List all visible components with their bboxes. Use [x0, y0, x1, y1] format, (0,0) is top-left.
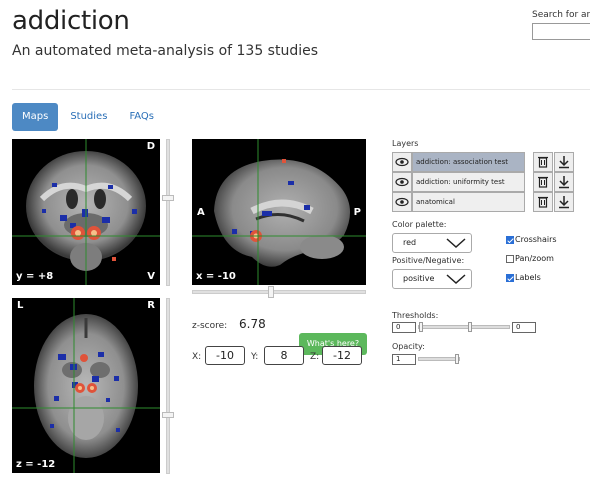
search-label: Search for anot: [532, 10, 590, 20]
crosshairs-option[interactable]: Crosshairs: [506, 235, 557, 244]
sagittal-brain-image: [192, 139, 366, 285]
coronal-brain-image: [12, 139, 160, 285]
trash-icon[interactable]: [533, 172, 553, 192]
layers-label: Layers: [392, 139, 419, 148]
sagittal-coord-label: x = -10: [196, 271, 236, 282]
download-icon[interactable]: [554, 172, 574, 192]
axial-view[interactable]: L R z = -12: [12, 298, 160, 473]
color-palette-label: Color palette:: [392, 220, 447, 229]
chevron-down-icon: [446, 274, 466, 285]
chevron-down-icon: [446, 238, 466, 249]
tab-faqs[interactable]: FAQs: [119, 103, 164, 131]
coronal-slice-slider[interactable]: [166, 139, 170, 286]
coronal-label-d: D: [146, 141, 155, 152]
posneg-select[interactable]: positive: [392, 269, 472, 289]
axial-label-r: R: [147, 300, 155, 311]
posneg-label: Positive/Negative:: [392, 256, 465, 265]
x-coord-label: X:: [192, 352, 202, 362]
color-palette-select[interactable]: red: [392, 233, 472, 253]
zscore-value: 6.78: [239, 317, 266, 331]
tab-bar: Maps Studies FAQs: [12, 103, 166, 131]
axial-slice-slider[interactable]: [166, 298, 170, 474]
axial-slider-handle[interactable]: [162, 412, 174, 418]
z-coord-input[interactable]: -12: [322, 346, 362, 365]
opacity-slider[interactable]: [418, 357, 460, 361]
crosshairs-checkbox[interactable]: [506, 235, 514, 244]
axial-label-l: L: [17, 300, 24, 311]
z-coord-label: Z:: [310, 352, 320, 362]
eye-icon[interactable]: [392, 172, 412, 192]
sagittal-slice-slider[interactable]: [192, 290, 366, 294]
threshold-max-input[interactable]: 0: [512, 322, 536, 333]
tab-studies[interactable]: Studies: [60, 103, 117, 131]
coronal-label-v: V: [147, 271, 155, 282]
axial-coord-label: z = -12: [16, 459, 56, 470]
coronal-slider-handle[interactable]: [162, 195, 174, 201]
layer-row: addiction: uniformity test: [392, 172, 576, 192]
sagittal-view[interactable]: A P x = -10: [192, 139, 366, 285]
layer-row: anatomical: [392, 192, 576, 212]
layer-name[interactable]: anatomical: [412, 192, 525, 212]
sagittal-label-p: P: [353, 207, 361, 218]
labels-label: Labels: [515, 273, 541, 282]
page-subtitle: An automated meta-analysis of 135 studie…: [12, 43, 319, 59]
labels-checkbox[interactable]: [506, 273, 514, 282]
download-icon[interactable]: [554, 152, 574, 172]
y-coord-input[interactable]: 8: [264, 346, 304, 365]
color-palette-value: red: [403, 238, 417, 247]
panzoom-label: Pan/zoom: [515, 254, 554, 263]
threshold-slider[interactable]: [418, 325, 510, 329]
threshold-max-handle[interactable]: [468, 322, 472, 332]
panzoom-option[interactable]: Pan/zoom: [506, 254, 554, 263]
eye-icon[interactable]: [392, 192, 412, 212]
x-coord-input[interactable]: -10: [205, 346, 245, 365]
sagittal-slider-handle[interactable]: [268, 286, 274, 298]
page-title: addiction: [12, 6, 130, 36]
opacity-input[interactable]: 1: [392, 354, 416, 365]
panzoom-checkbox[interactable]: [506, 254, 514, 263]
coronal-coord-label: y = +8: [16, 271, 54, 282]
posneg-value: positive: [403, 274, 435, 283]
divider: [12, 89, 590, 90]
axial-brain-image: [12, 298, 160, 473]
layer-name[interactable]: addiction: uniformity test: [412, 172, 525, 192]
download-icon[interactable]: [554, 192, 574, 212]
zscore-label: z-score:: [192, 321, 228, 331]
coronal-view[interactable]: D y = +8 V: [12, 139, 160, 285]
trash-icon[interactable]: [533, 152, 553, 172]
crosshairs-label: Crosshairs: [515, 235, 557, 244]
y-coord-label: Y:: [251, 352, 259, 362]
sagittal-label-a: A: [197, 207, 205, 218]
opacity-handle[interactable]: [455, 354, 459, 364]
thresholds-label: Thresholds:: [392, 311, 439, 320]
search-input[interactable]: [532, 23, 590, 40]
threshold-min-input[interactable]: 0: [392, 322, 416, 333]
eye-icon[interactable]: [392, 152, 412, 172]
threshold-min-handle[interactable]: [419, 322, 423, 332]
layer-name[interactable]: addiction: association test: [412, 152, 525, 172]
tab-maps[interactable]: Maps: [12, 103, 59, 131]
layer-row: addiction: association test: [392, 152, 576, 172]
labels-option[interactable]: Labels: [506, 273, 541, 282]
opacity-label: Opacity:: [392, 342, 425, 351]
trash-icon[interactable]: [533, 192, 553, 212]
